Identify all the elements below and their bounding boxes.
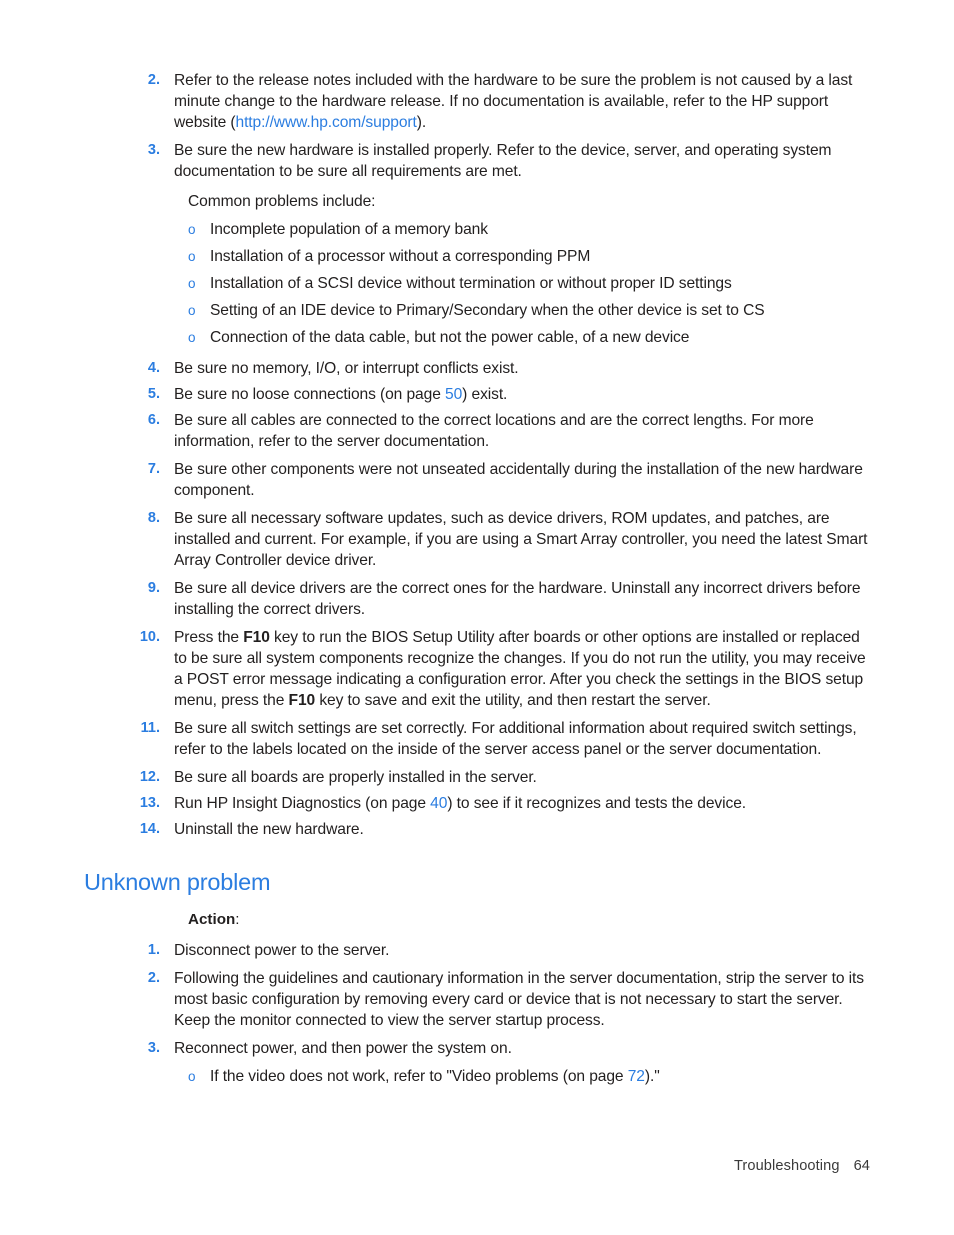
list-item: 3. Reconnect power, and then power the s… [84, 1038, 870, 1059]
list-item-text: Setting of an IDE device to Primary/Seco… [210, 302, 765, 319]
list-item: o Incomplete population of a memory bank [188, 219, 870, 240]
list-item-text: Uninstall the new hardware. [174, 821, 364, 838]
bullet-o-icon: o [188, 1069, 196, 1084]
text-part-1: Press the [174, 629, 244, 646]
bullet-o-icon: o [188, 303, 196, 318]
bullet-o-icon: o [188, 330, 196, 345]
list-item-text: Connection of the data cable, but not th… [210, 329, 690, 346]
list-item-number: 3. [147, 142, 160, 158]
list-item-text: Be sure no loose connections (on page 50… [174, 384, 870, 405]
action-label-colon: : [235, 911, 240, 928]
list-item: o Installation of a processor without a … [188, 246, 870, 267]
list-item-number: 12. [139, 769, 160, 785]
text-after-xref: ) to see if it recognizes and tests the … [447, 795, 746, 812]
page-footer: Troubleshooting 64 [84, 1158, 870, 1174]
list-item-text: Be sure all cables are connected to the … [174, 412, 814, 450]
list-item-number: 7. [147, 461, 160, 477]
list-item: o Installation of a SCSI device without … [188, 273, 870, 294]
list-item: 12. Be sure all boards are properly inst… [84, 767, 870, 788]
list-item-number: 5. [147, 386, 160, 402]
list-item-text-after-link: ). [416, 114, 427, 131]
text-after-xref: ) exist. [462, 386, 508, 403]
page-xref-link[interactable]: 72 [628, 1068, 645, 1085]
list-item-text: Disconnect power to the server. [174, 942, 390, 959]
list-item: o Setting of an IDE device to Primary/Se… [188, 300, 870, 321]
list-item-number: 3. [147, 1040, 160, 1056]
list-item-number: 6. [147, 412, 160, 428]
numbered-list-continued: 2. Refer to the release notes included w… [84, 70, 870, 182]
list-item-number: 13. [139, 795, 160, 811]
list-item: 10. Press the F10 key to run the BIOS Se… [84, 627, 870, 711]
action-label-text: Action [188, 911, 236, 928]
list-item: 2. Refer to the release notes included w… [84, 70, 870, 133]
footer-page-number: 64 [853, 1158, 870, 1174]
page-xref-link[interactable]: 50 [445, 386, 462, 403]
list-item-text: If the video does not work, refer to "Vi… [210, 1066, 870, 1087]
key-f10-first: F10 [243, 629, 270, 646]
text-before-xref: If the video does not work, refer to "Vi… [210, 1068, 628, 1085]
bullet-o-icon: o [188, 249, 196, 264]
list-item-text: Be sure all switch settings are set corr… [174, 720, 857, 758]
list-item-number: 2. [147, 72, 160, 88]
common-problems-list: o Incomplete population of a memory bank… [188, 219, 870, 348]
text-before-xref: Be sure no loose connections (on page [174, 386, 446, 403]
hp-support-link[interactable]: http://www.hp.com/support [236, 114, 417, 131]
list-item-text: Refer to the release notes included with… [174, 70, 870, 133]
unknown-problem-steps: 1. Disconnect power to the server. 2. Fo… [84, 940, 870, 1087]
list-item-text: Be sure all boards are properly installe… [174, 769, 537, 786]
key-f10-second: F10 [288, 692, 316, 709]
text-part-3: key to save and exit the utility, and th… [315, 692, 711, 709]
list-item-number: 1. [147, 942, 160, 958]
document-page: 2. Refer to the release notes included w… [0, 0, 954, 1235]
footer-section-name: Troubleshooting [733, 1158, 840, 1174]
action-label: Action: [188, 909, 870, 930]
list-item: 14. Uninstall the new hardware. [84, 819, 870, 840]
list-item-number: 9. [147, 580, 160, 596]
list-item: 4. Be sure no memory, I/O, or interrupt … [84, 358, 870, 379]
list-item: 8. Be sure all necessary software update… [84, 508, 870, 571]
list-item-text: Reconnect power, and then power the syst… [174, 1040, 512, 1057]
list-item-text: Following the guidelines and cautionary … [174, 970, 864, 1029]
list-item-text: Be sure all necessary software updates, … [174, 510, 868, 569]
list-item: 3. Be sure the new hardware is installed… [84, 140, 870, 182]
list-item-text: Be sure the new hardware is installed pr… [174, 142, 832, 180]
text-after-xref: )." [644, 1068, 660, 1085]
bullet-o-icon: o [188, 222, 196, 237]
numbered-list-continued-2: 4. Be sure no memory, I/O, or interrupt … [84, 358, 870, 840]
list-item-text: Installation of a SCSI device without te… [210, 275, 732, 292]
list-item-text: Installation of a processor without a co… [210, 248, 591, 265]
list-item: 1. Disconnect power to the server. [84, 940, 870, 961]
section-heading-unknown-problem: Unknown problem [84, 869, 271, 895]
list-item: 7. Be sure other components were not uns… [84, 459, 870, 501]
list-item-text: Press the F10 key to run the BIOS Setup … [174, 627, 870, 711]
unknown-problem-substeps: o If the video does not work, refer to "… [188, 1066, 870, 1087]
common-problems-intro: Common problems include: [188, 193, 376, 210]
list-item: 2. Following the guidelines and cautiona… [84, 968, 870, 1031]
list-item-number: 8. [147, 510, 160, 526]
list-item: 11. Be sure all switch settings are set … [84, 718, 870, 760]
page-xref-link[interactable]: 40 [430, 795, 447, 812]
bullet-o-icon: o [188, 276, 196, 291]
list-item-text: Be sure other components were not unseat… [174, 461, 863, 499]
list-item: 9. Be sure all device drivers are the co… [84, 578, 870, 620]
list-item: o If the video does not work, refer to "… [188, 1066, 870, 1087]
list-item-text: Be sure all device drivers are the corre… [174, 580, 861, 618]
list-item-number: 10. [139, 629, 160, 645]
list-item-number: 11. [140, 720, 160, 736]
list-item-text: Incomplete population of a memory bank [210, 221, 488, 238]
list-item-text: Be sure no memory, I/O, or interrupt con… [174, 360, 519, 377]
list-item: o Connection of the data cable, but not … [188, 327, 870, 348]
list-item: 13. Run HP Insight Diagnostics (on page … [84, 793, 870, 814]
list-item: 5. Be sure no loose connections (on page… [84, 384, 870, 405]
list-item: 6. Be sure all cables are connected to t… [84, 410, 870, 452]
page-content: 2. Refer to the release notes included w… [84, 70, 870, 1093]
list-item-text: Run HP Insight Diagnostics (on page 40) … [174, 793, 870, 814]
list-item-number: 4. [147, 360, 160, 376]
list-item-number: 2. [147, 970, 160, 986]
list-item-number: 14. [139, 821, 160, 837]
text-before-xref: Run HP Insight Diagnostics (on page [174, 795, 431, 812]
